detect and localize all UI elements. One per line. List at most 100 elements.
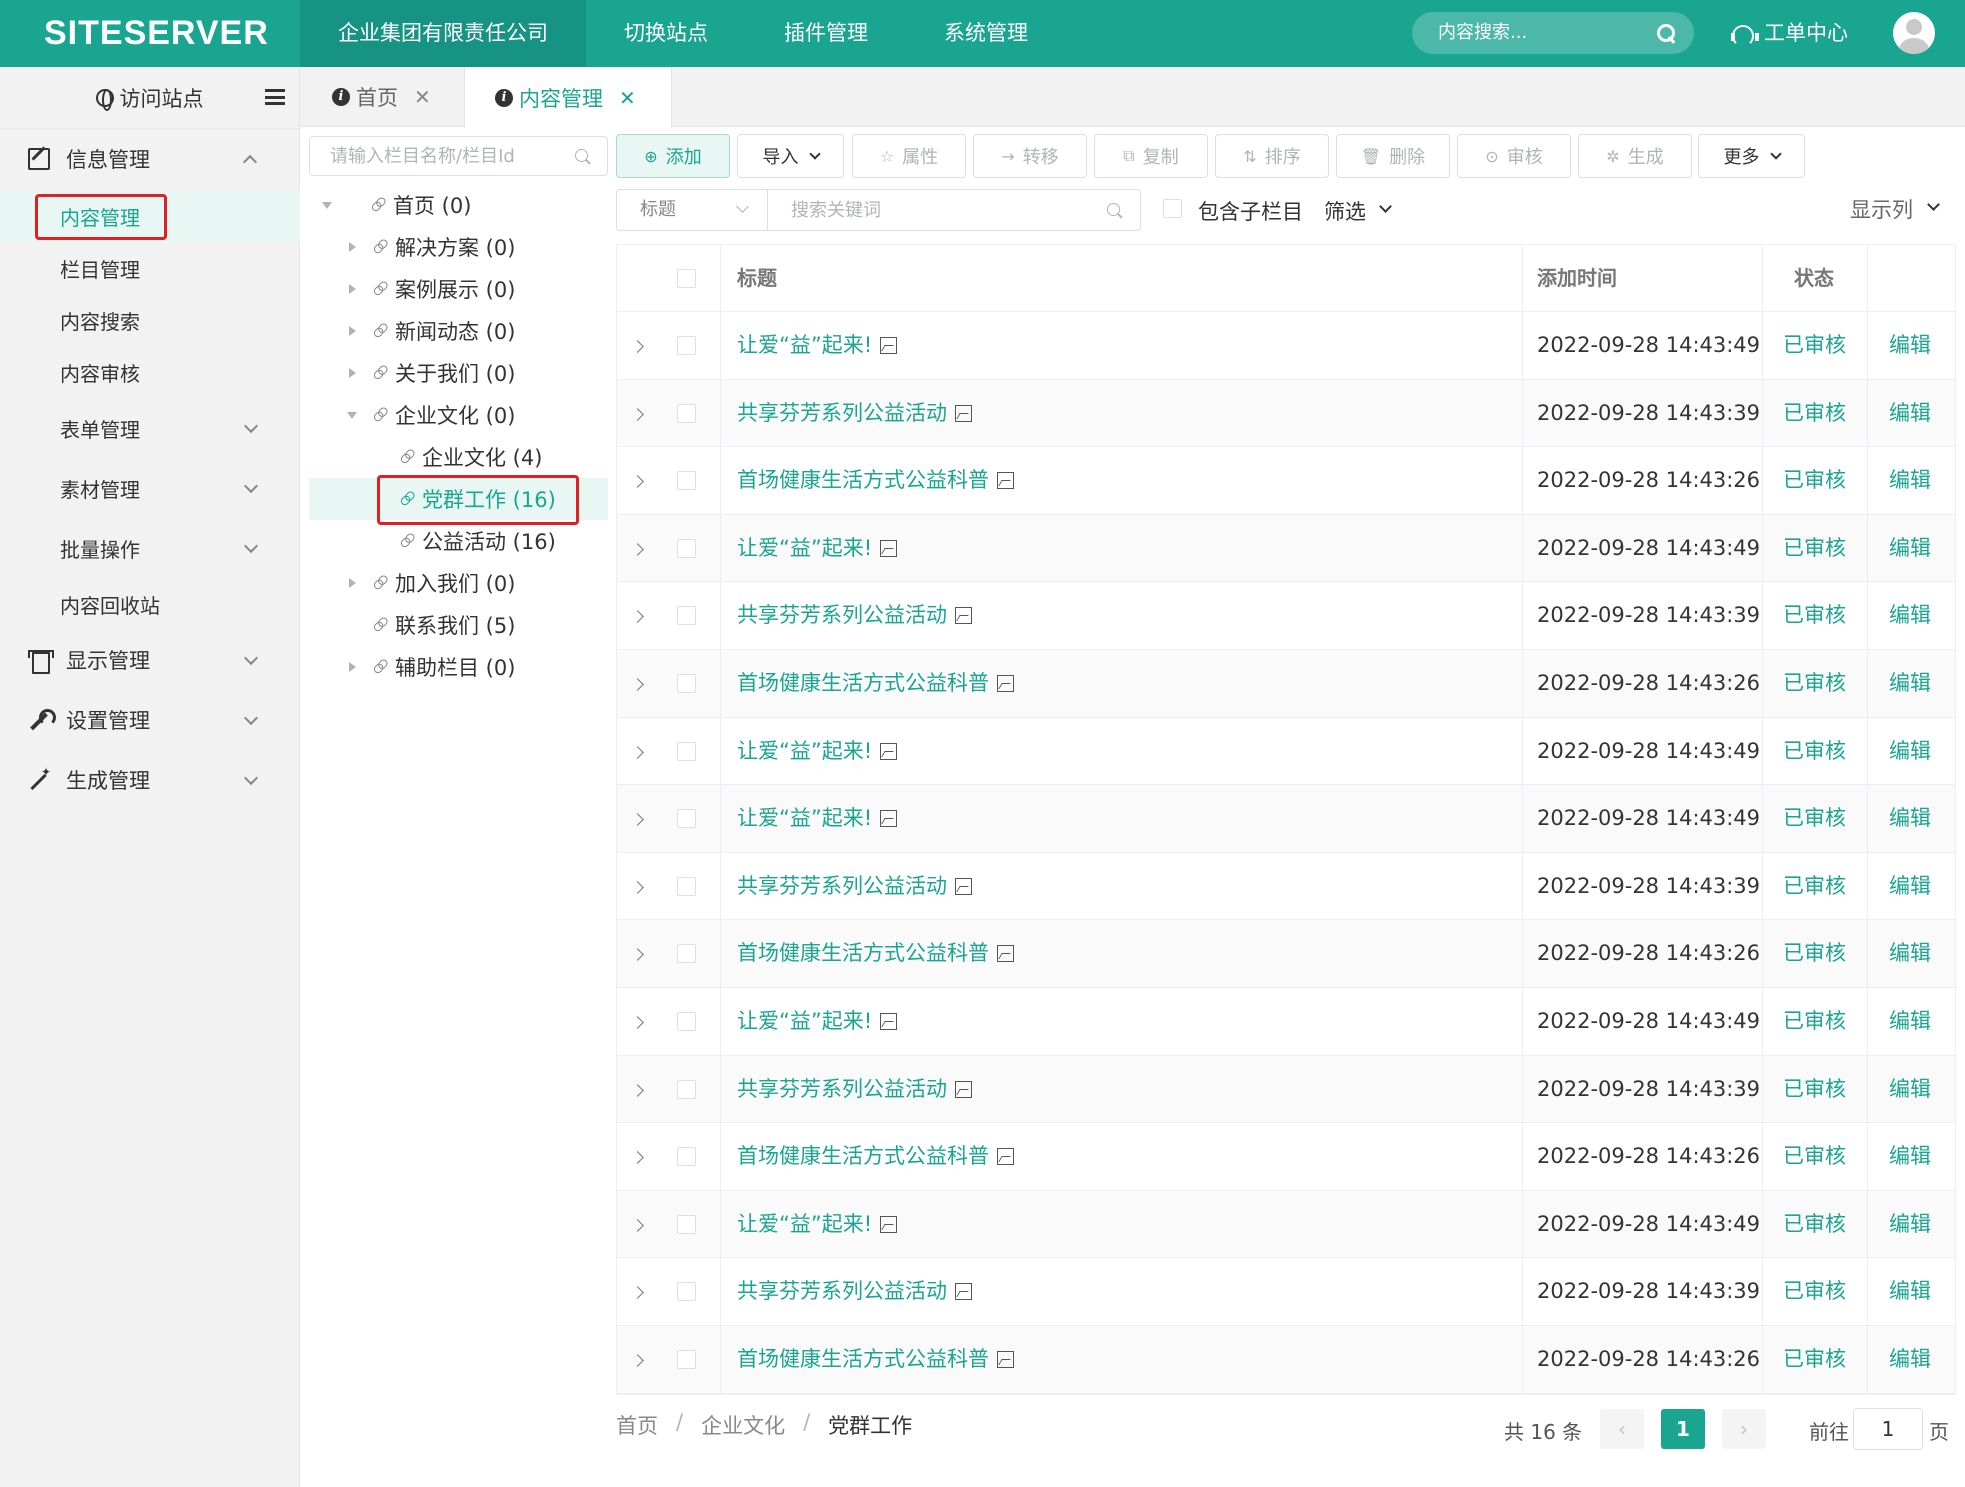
chevron-right-icon[interactable] — [631, 1218, 644, 1232]
chevron-right-icon[interactable] — [631, 948, 644, 962]
table-row[interactable]: 让爱“益”起来! 2022-09-28 14:43:49 已审核 编辑 — [617, 312, 1955, 380]
row-status[interactable]: 已审核 — [1783, 718, 1846, 785]
user-avatar[interactable] — [1893, 12, 1935, 54]
sidebar-item-content-audit[interactable]: 内容审核 — [0, 346, 300, 398]
row-edit-link[interactable]: 编辑 — [1889, 1191, 1931, 1258]
row-checkbox[interactable] — [677, 538, 696, 558]
row-checkbox[interactable] — [677, 336, 696, 355]
row-checkbox[interactable] — [677, 1011, 696, 1031]
sidebar-item-material-manage[interactable]: 素材管理 — [0, 458, 300, 518]
include-children-checkbox[interactable] — [1163, 199, 1182, 218]
row-checkbox[interactable] — [677, 809, 696, 829]
row-checkbox[interactable] — [677, 1214, 696, 1234]
row-title-link[interactable]: 共享芬芳系列公益活动 — [737, 582, 972, 649]
row-status[interactable]: 已审核 — [1783, 1258, 1846, 1325]
row-edit-link[interactable]: 编辑 — [1889, 515, 1931, 582]
row-edit-link[interactable]: 编辑 — [1889, 988, 1931, 1055]
table-row[interactable]: 共享芬芳系列公益活动 2022-09-28 14:43:39 已审核 编辑 — [617, 853, 1955, 921]
tree-node[interactable]: 新闻动态 (0) — [309, 310, 608, 352]
row-checkbox[interactable] — [677, 673, 696, 693]
row-edit-link[interactable]: 编辑 — [1889, 312, 1931, 379]
row-edit-link[interactable]: 编辑 — [1889, 1123, 1931, 1190]
tree-node[interactable]: 联系我们 (5) — [309, 604, 608, 646]
row-title-link[interactable]: 让爱“益”起来! — [737, 785, 898, 852]
chevron-right-icon[interactable] — [631, 1151, 644, 1164]
tree-node[interactable]: 公益活动 (16) — [309, 520, 608, 562]
row-checkbox[interactable] — [677, 741, 696, 761]
top-nav-plugins[interactable]: 插件管理 — [746, 0, 906, 67]
chevron-right-icon[interactable] — [631, 880, 644, 894]
column-header-status[interactable]: 状态 — [1794, 245, 1834, 312]
top-nav-system[interactable]: 系统管理 — [906, 0, 1066, 67]
row-title-link[interactable]: 让爱“益”起来! — [737, 1191, 898, 1258]
search-icon[interactable] — [1656, 23, 1676, 43]
chevron-right-icon[interactable] — [631, 1083, 644, 1097]
tree-node[interactable]: 加入我们 (0) — [309, 562, 608, 604]
row-edit-link[interactable]: 编辑 — [1889, 380, 1931, 447]
chevron-right-icon[interactable] — [631, 1354, 644, 1367]
table-row[interactable]: 让爱“益”起来! 2022-09-28 14:43:49 已审核 编辑 — [617, 718, 1955, 786]
row-edit-link[interactable]: 编辑 — [1889, 447, 1931, 514]
work-order-center[interactable]: 工单中心 — [1730, 0, 1848, 67]
copy-button[interactable]: ⧉ 复制 — [1094, 134, 1208, 178]
row-edit-link[interactable]: 编辑 — [1889, 1326, 1931, 1393]
row-checkbox[interactable] — [677, 876, 696, 896]
row-status[interactable]: 已审核 — [1783, 447, 1846, 514]
row-checkbox[interactable] — [677, 1349, 696, 1369]
search-field-select[interactable]: 标题 — [617, 190, 768, 230]
row-title-link[interactable]: 让爱“益”起来! — [737, 988, 898, 1055]
sidebar-group-display[interactable]: 显示管理 — [0, 630, 300, 690]
row-title-link[interactable]: 让爱“益”起来! — [737, 718, 898, 785]
sidebar-item-content-search[interactable]: 内容搜索 — [0, 294, 300, 346]
breadcrumb-item[interactable]: 首页 — [616, 1410, 658, 1440]
delete-button[interactable]: 🗑 删除 — [1336, 134, 1450, 178]
row-edit-link[interactable]: 编辑 — [1889, 582, 1931, 649]
pagination-goto-input[interactable] — [1853, 1408, 1923, 1450]
table-row[interactable]: 让爱“益”起来! 2022-09-28 14:43:49 已审核 编辑 — [617, 988, 1955, 1056]
caret-right-icon[interactable] — [349, 578, 356, 588]
table-row[interactable]: 首场健康生活方式公益科普 2022-09-28 14:43:26 已审核 编辑 — [617, 447, 1955, 515]
chevron-right-icon[interactable] — [631, 1016, 644, 1029]
tree-node[interactable]: 首页 (0) — [309, 184, 608, 226]
move-button[interactable]: → 转移 — [973, 134, 1087, 178]
row-checkbox[interactable] — [677, 1079, 696, 1099]
row-status[interactable]: 已审核 — [1783, 785, 1846, 852]
pagination-next-button[interactable]: › — [1722, 1409, 1766, 1449]
table-row[interactable]: 首场健康生活方式公益科普 2022-09-28 14:43:26 已审核 编辑 — [617, 649, 1955, 718]
breadcrumb-item[interactable]: 企业文化 — [701, 1410, 785, 1440]
table-row[interactable]: 共享芬芳系列公益活动 2022-09-28 14:43:39 已审核 编辑 — [617, 1258, 1955, 1326]
row-checkbox[interactable] — [677, 606, 696, 626]
chevron-right-icon[interactable] — [631, 745, 644, 759]
top-nav-site[interactable]: 企业集团有限责任公司 — [300, 0, 586, 67]
sidebar-item-batch-ops[interactable]: 批量操作 — [0, 518, 300, 578]
sidebar-group-generate[interactable]: 生成管理 — [0, 750, 300, 810]
chevron-right-icon[interactable] — [631, 542, 644, 556]
row-edit-link[interactable]: 编辑 — [1889, 1056, 1931, 1123]
close-icon[interactable]: ✕ — [414, 85, 431, 109]
row-checkbox[interactable] — [677, 944, 696, 964]
column-header-title[interactable]: 标题 — [737, 245, 777, 312]
row-status[interactable]: 已审核 — [1783, 650, 1846, 717]
row-status[interactable]: 已审核 — [1783, 920, 1846, 987]
table-row[interactable]: 让爱“益”起来! 2022-09-28 14:43:49 已审核 编辑 — [617, 785, 1955, 853]
sidebar-item-recycle-bin[interactable]: 内容回收站 — [0, 578, 300, 630]
audit-button[interactable]: ⊙ 审核 — [1457, 134, 1571, 178]
chevron-right-icon[interactable] — [631, 340, 644, 353]
caret-right-icon[interactable] — [349, 326, 356, 336]
row-title-link[interactable]: 让爱“益”起来! — [737, 312, 898, 379]
close-icon[interactable]: ✕ — [619, 86, 636, 110]
sidebar-group-settings[interactable]: 设置管理 — [0, 690, 300, 750]
row-status[interactable]: 已审核 — [1783, 853, 1846, 920]
row-status[interactable]: 已审核 — [1783, 380, 1846, 447]
row-status[interactable]: 已审核 — [1783, 1191, 1846, 1258]
row-edit-link[interactable]: 编辑 — [1889, 1258, 1931, 1325]
table-row[interactable]: 首场健康生活方式公益科普 2022-09-28 14:43:26 已审核 编辑 — [617, 1325, 1955, 1394]
top-nav-switch-site[interactable]: 切换站点 — [586, 0, 746, 67]
row-status[interactable]: 已审核 — [1783, 515, 1846, 582]
caret-right-icon[interactable] — [349, 662, 356, 672]
row-edit-link[interactable]: 编辑 — [1889, 650, 1931, 717]
chevron-right-icon[interactable] — [631, 678, 644, 691]
caret-right-icon[interactable] — [349, 284, 356, 294]
caret-down-icon[interactable] — [322, 202, 332, 209]
visit-site[interactable]: 访问站点 — [0, 67, 299, 129]
